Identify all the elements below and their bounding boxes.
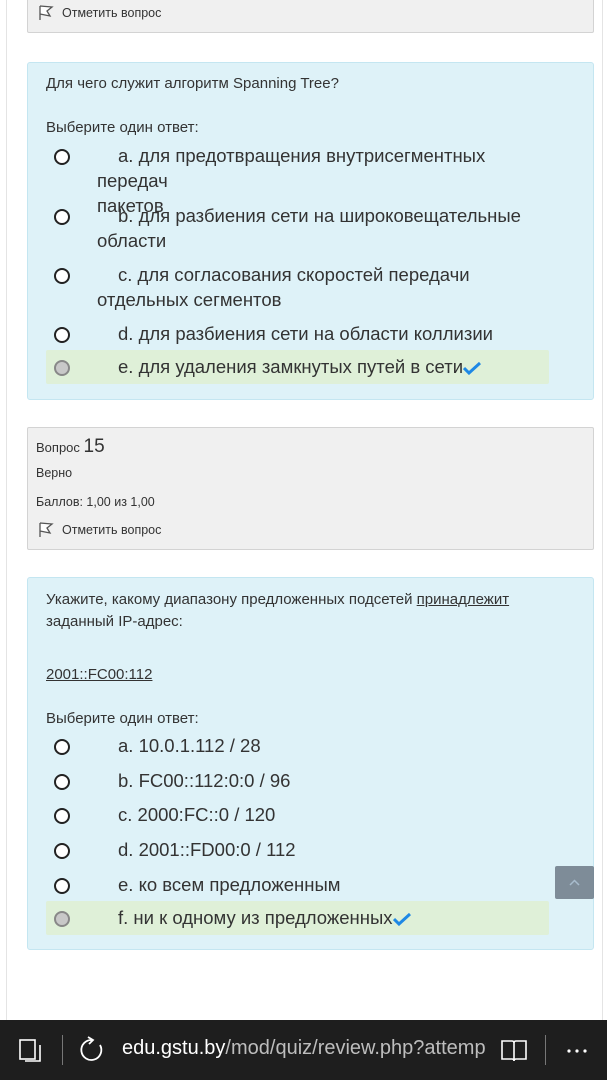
radio-button[interactable] [54,843,70,859]
answer-option[interactable]: b. для разбиения сети на широковещательн… [46,203,549,253]
flag-label: Отметить вопрос [62,6,162,20]
answer-label: a. 10.0.1.112 / 28 [118,735,261,756]
radio-button[interactable] [54,878,70,894]
answer-option-correct[interactable]: f. ни к одному из предложенных [46,901,549,935]
flag-icon [39,522,54,537]
answer-option[interactable]: d. для разбиения сети на области коллизи… [46,321,549,346]
answer-option[interactable]: c. 2000:FC::0 / 120 [46,802,549,827]
radio-button[interactable] [54,209,70,225]
flag-icon [39,5,54,20]
answer-label: e. ко всем предложенным [118,874,341,895]
question-text: Для чего служит алгоритм Spanning Tree? [46,75,339,92]
answer-label-cont: отдельных сегментов [97,289,282,310]
question-15-content: Укажите, какому диапазону предложенных п… [27,577,594,950]
radio-button[interactable] [54,268,70,284]
answer-label: c. для согласования скоростей передачи [118,264,470,285]
browser-toolbar: edu.gstu.by/mod/quiz/review.php?attempt= [0,1020,607,1080]
address-bar[interactable]: edu.gstu.by/mod/quiz/review.php?attempt= [122,1037,486,1060]
correct-check-icon [463,361,482,376]
radio-button[interactable] [54,774,70,790]
answer-option[interactable]: c. для согласования скоростей передачи о… [46,262,549,312]
chevron-up-icon [569,879,580,886]
answer-option[interactable]: a. 10.0.1.112 / 28 [46,733,549,758]
url-domain: edu.gstu.by [122,1037,226,1059]
flag-question-link[interactable]: Отметить вопрос [38,5,161,21]
question-label: Вопрос [36,440,80,455]
question-14-info: Отметить вопрос [27,0,594,33]
flag-label: Отметить вопрос [62,523,162,537]
scroll-to-top-button[interactable] [555,866,594,899]
radio-button-selected[interactable] [54,360,70,376]
question-text-part: заданный IP-адрес: [46,613,183,630]
answer-option[interactable]: e. ко всем предложенным [46,872,549,897]
answer-prompt: Выберите один ответ: [46,710,199,727]
answer-label: c. 2000:FC::0 / 120 [118,804,276,825]
radio-button[interactable] [54,327,70,343]
question-text-underlined: принадлежит [416,591,510,608]
question-14-content: Для чего служит алгоритм Spanning Tree? … [27,62,594,400]
correct-check-icon [392,912,411,927]
answer-option-correct[interactable]: e. для удаления замкнутых путей в сети [46,350,549,384]
question-score: Баллов: 1,00 из 1,00 [36,495,155,509]
answer-label: d. 2001::FD00:0 / 112 [118,839,296,860]
answer-label: d. для разбиения сети на области коллизи… [118,323,493,344]
question-status: Верно [36,466,73,480]
question-number-value: 15 [83,436,105,457]
radio-button[interactable] [54,149,70,165]
answer-option[interactable]: b. FC00::112:0:0 / 96 [46,768,549,793]
radio-button[interactable] [54,739,70,755]
answer-label: f. ни к одному из предложенных [118,907,393,928]
question-text: Укажите, какому диапазону предложенных п… [46,589,566,633]
answer-label: e. для удаления замкнутых путей в сети [118,356,464,377]
answer-label-cont: области [97,230,167,251]
answer-prompt: Выберите один ответ: [46,119,199,136]
toolbar-divider [62,1035,63,1065]
refresh-icon[interactable] [78,1036,106,1064]
radio-button-selected[interactable] [54,911,70,927]
toolbar-divider [545,1035,546,1065]
answer-label: b. для разбиения сети на широковещательн… [118,205,521,226]
reading-view-icon[interactable] [500,1036,528,1064]
answer-option[interactable]: d. 2001::FD00:0 / 112 [46,837,549,862]
answer-label: b. FC00::112:0:0 / 96 [118,770,291,791]
question-number: Вопрос 15 [36,436,105,458]
flag-question-link[interactable]: Отметить вопрос [38,522,161,538]
tabs-icon[interactable] [18,1038,42,1062]
url-path: /mod/quiz/review.php?attempt= [225,1037,486,1059]
quiz-review-page: Отметить вопрос Для чего служит алгоритм… [6,0,603,1020]
question-15-info: Вопрос 15 Верно Баллов: 1,00 из 1,00 Отм… [27,427,594,550]
more-options-icon[interactable] [566,1048,588,1054]
ip-address: 2001::FC00:112 [46,666,153,683]
radio-button[interactable] [54,808,70,824]
question-text-part: Укажите, какому диапазону предложенных п… [46,591,417,608]
answer-label: a. для предотвращения внутрисегментных п… [97,145,486,191]
